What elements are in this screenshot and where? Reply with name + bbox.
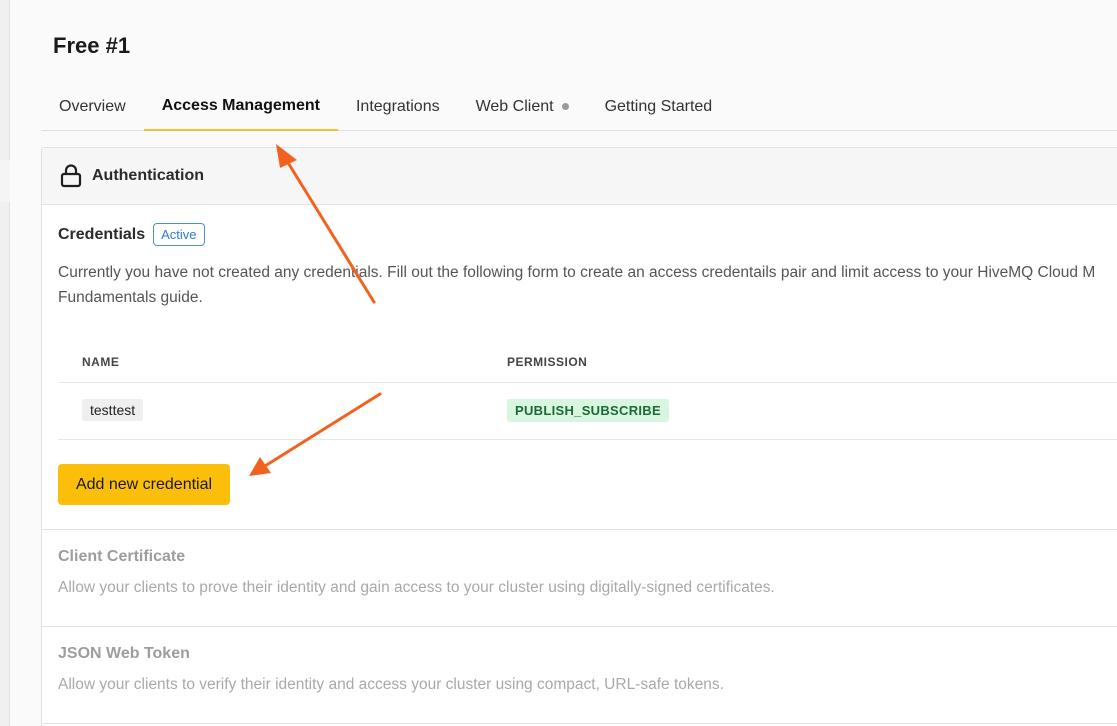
- tab-integrations-label: Integrations: [355, 97, 440, 115]
- jwt-title: JSON Web Token: [58, 645, 190, 662]
- jwt-section[interactable]: JSON Web Token Allow your clients to ver…: [42, 627, 1117, 724]
- jwt-description: Allow your clients to verify their ident…: [58, 676, 724, 693]
- tab-integrations[interactable]: Integrations: [338, 82, 458, 131]
- lock-icon: [60, 164, 82, 188]
- tab-bar: Overview Access Management Integrations …: [41, 82, 1117, 131]
- permission-badge: PUBLISH_SUBSCRIBE: [507, 399, 669, 422]
- credentials-description-line-2: Fundamentals guide.: [58, 289, 203, 306]
- tab-web-client-label: Web Client: [475, 97, 554, 115]
- tab-getting-started[interactable]: Getting Started: [587, 82, 731, 131]
- credential-name: testtest: [82, 399, 144, 421]
- tab-web-client[interactable]: Web Client: [458, 82, 587, 131]
- column-header-name: NAME: [82, 355, 120, 369]
- client-certificate-description: Allow your clients to prove their identi…: [58, 579, 775, 596]
- authentication-header: Authentication: [42, 148, 1117, 205]
- tab-access-management-label: Access Management: [161, 96, 320, 114]
- tab-getting-started-label: Getting Started: [604, 97, 713, 115]
- authentication-title: Authentication: [92, 167, 204, 184]
- add-new-credential-button[interactable]: Add new credential: [58, 464, 230, 505]
- authentication-card: Authentication Credentials Active Curren…: [41, 147, 1117, 726]
- tab-overview-label: Overview: [59, 97, 126, 115]
- credentials-table: NAME PERMISSION testtest PUBLISH_SUBSCRI…: [58, 339, 1117, 440]
- page-title: Free #1: [53, 33, 131, 58]
- client-certificate-section[interactable]: Client Certificate Allow your clients to…: [42, 530, 1117, 627]
- left-rail: [0, 0, 10, 726]
- credentials-description-line-1: Currently you have not created any crede…: [58, 264, 1096, 281]
- tab-access-management[interactable]: Access Management: [143, 82, 338, 131]
- table-header: NAME PERMISSION: [58, 339, 1117, 383]
- status-dot: [561, 103, 569, 110]
- left-rail-notch: [0, 160, 10, 202]
- status-badge: Active: [153, 223, 205, 246]
- table-row: testtest PUBLISH_SUBSCRIBE: [58, 383, 1117, 440]
- client-certificate-title: Client Certificate: [58, 548, 186, 565]
- credentials-title: Credentials: [58, 225, 146, 243]
- tab-overview[interactable]: Overview: [41, 82, 144, 131]
- credentials-description: Currently you have not created any crede…: [58, 260, 1117, 310]
- column-header-permission: PERMISSION: [507, 355, 588, 369]
